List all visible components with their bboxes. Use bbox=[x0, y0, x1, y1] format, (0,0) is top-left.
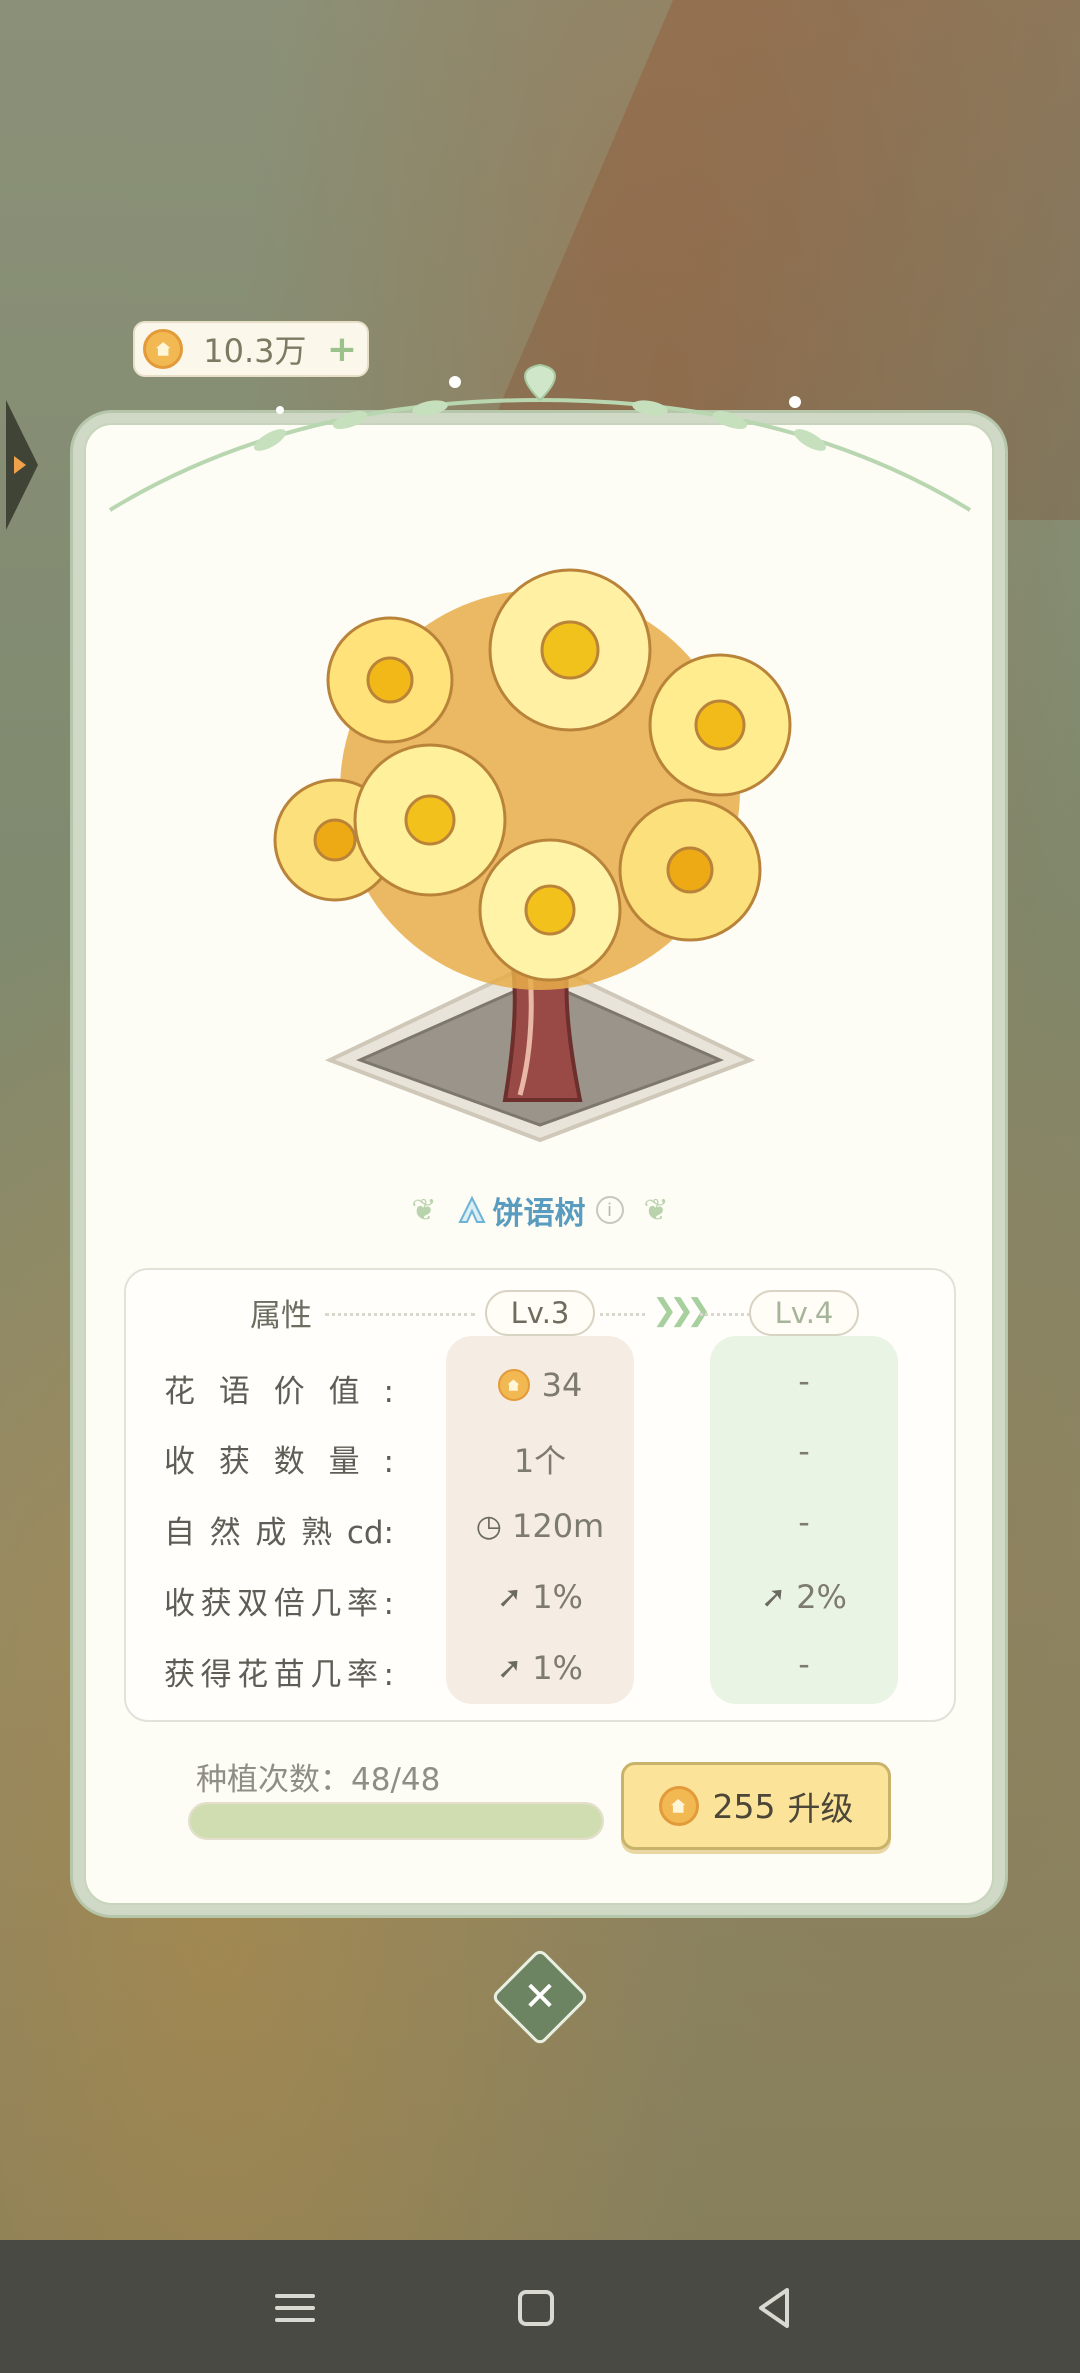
tree-illustration bbox=[250, 540, 830, 1160]
stat-next-value: ➚ 2% bbox=[761, 1578, 847, 1616]
stat-label: 花语价值: bbox=[164, 1374, 394, 1410]
leaf-ornament-icon: ❦ bbox=[411, 1192, 437, 1228]
coin-icon bbox=[658, 1786, 699, 1826]
leaf-ornament-icon: ❦ bbox=[643, 1192, 669, 1228]
divider-dots bbox=[600, 1313, 645, 1316]
upgrade-label: 升级 bbox=[787, 1789, 854, 1828]
back-icon[interactable] bbox=[745, 2278, 805, 2338]
info-icon[interactable]: i bbox=[595, 1196, 624, 1224]
system-nav-bar bbox=[0, 2240, 1080, 2373]
stat-next-value: - bbox=[798, 1503, 810, 1541]
upgrade-button[interactable]: 255 升级 bbox=[621, 1762, 891, 1850]
level-arrow-icon: ❯❯❯ bbox=[652, 1293, 711, 1328]
arrow-up-icon: ➚ bbox=[497, 1579, 523, 1615]
arrow-up-icon: ➚ bbox=[497, 1650, 523, 1686]
home-icon[interactable] bbox=[506, 2278, 566, 2338]
stat-label: 获得花苗几率: bbox=[164, 1657, 394, 1693]
attributes-header: 属性 bbox=[250, 1298, 312, 1334]
stat-current-value: 1个 bbox=[513, 1442, 567, 1480]
coin-icon bbox=[497, 1369, 530, 1401]
rarity-a-icon bbox=[457, 1195, 486, 1223]
upgrade-cost: 255 bbox=[712, 1786, 776, 1826]
stat-current-value: ➚ 1% bbox=[497, 1649, 583, 1687]
close-icon: ✕ bbox=[523, 1974, 557, 2020]
stat-label: 收获数量: bbox=[164, 1444, 394, 1480]
menu-icon[interactable] bbox=[265, 2278, 325, 2338]
arrow-up-icon: ➚ bbox=[761, 1579, 787, 1615]
current-level-badge: Lv.3 bbox=[485, 1290, 595, 1336]
divider-dots bbox=[325, 1313, 475, 1316]
stat-label: 自然成熟cd: bbox=[164, 1515, 394, 1551]
item-name-row: ❦ 饼语树 i ❦ bbox=[340, 1180, 740, 1240]
vine-decoration bbox=[108, 363, 972, 512]
stat-current-value: 34 bbox=[446, 1366, 634, 1404]
stat-next-value: - bbox=[798, 1432, 810, 1470]
stat-next-value: - bbox=[798, 1645, 810, 1683]
stat-label: 收获双倍几率: bbox=[164, 1586, 394, 1622]
divider-dots bbox=[700, 1313, 750, 1316]
planting-count-label: 种植次数：48/48 bbox=[196, 1762, 441, 1798]
stat-next-value: - bbox=[798, 1362, 810, 1400]
planting-progress-bar bbox=[188, 1802, 604, 1840]
clock-icon: ◷ bbox=[475, 1508, 502, 1544]
planting-progress-fill bbox=[190, 1804, 602, 1838]
stat-current-value: ➚ 1% bbox=[497, 1578, 583, 1616]
next-level-badge: Lv.4 bbox=[749, 1290, 859, 1336]
stat-current-value: ◷ 120m bbox=[475, 1507, 605, 1545]
item-name: 饼语树 bbox=[492, 1195, 586, 1232]
